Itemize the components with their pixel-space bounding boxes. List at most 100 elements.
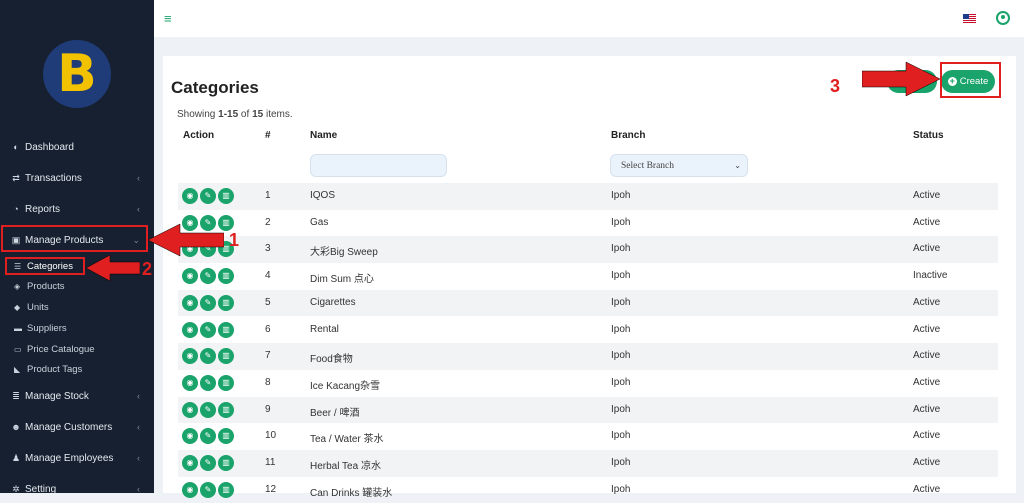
branch-filter-select[interactable]: Select Branch ⌄ — [610, 154, 748, 177]
red-arrow-1 — [148, 223, 224, 257]
cell-name: 大彩Big Sweep — [310, 247, 378, 259]
scrollbar[interactable] — [1016, 37, 1024, 493]
app-logo: B — [43, 40, 111, 108]
sidebar-subitem-products[interactable]: ◈ Products — [14, 278, 65, 294]
edit-icon[interactable]: ✎ — [200, 481, 216, 498]
edit-icon[interactable]: ✎ — [200, 428, 216, 445]
header-number[interactable]: # — [265, 130, 271, 141]
view-icon[interactable]: ◉ — [182, 294, 198, 311]
user-account-icon[interactable] — [996, 11, 1010, 25]
view-icon[interactable]: ◉ — [182, 401, 198, 418]
gears-icon: ✲ — [12, 484, 20, 493]
table-row: ◉ ✎ ▥ 4 Dim Sum 点心 Ipoh Inactive — [178, 263, 998, 290]
row-actions: ◉ ✎ ▥ — [182, 455, 234, 471]
sidebar-item-setting[interactable]: ✲ Setting ‹ — [0, 479, 154, 494]
cell-name: Herbal Tea 凉水 — [310, 461, 381, 472]
table-row: ◉ ✎ ▥ 1 IQOS Ipoh Active — [178, 183, 998, 210]
sidebar-subitem-label: Products — [27, 280, 65, 292]
cell-name: Cigarettes — [310, 296, 356, 308]
delete-icon[interactable]: ▥ — [218, 481, 234, 498]
highlight-manage-products — [1, 225, 148, 252]
view-icon[interactable]: ◉ — [182, 481, 198, 498]
row-actions: ◉ ✎ ▥ — [182, 321, 234, 338]
edit-icon[interactable]: ✎ — [200, 321, 216, 338]
cell-name: IQOS — [310, 190, 336, 201]
cell-branch: Ipoh — [611, 243, 631, 255]
delete-icon[interactable]: ▥ — [218, 321, 234, 338]
header-name[interactable]: Name — [310, 130, 337, 141]
view-icon[interactable]: ◉ — [182, 455, 198, 471]
delete-icon[interactable]: ▥ — [218, 428, 234, 445]
annotation-label-3: 3 — [830, 76, 841, 96]
cell-branch: Ipoh — [611, 457, 631, 468]
cell-num: 6 — [265, 323, 271, 335]
table-row: ◉ ✎ ▥ 9 Beer / 啤酒 Ipoh Active — [178, 396, 998, 424]
edit-icon[interactable]: ✎ — [200, 268, 216, 285]
edit-icon[interactable]: ✎ — [200, 188, 216, 204]
sidebar-item-manage-customers[interactable]: ☻ Manage Customers ‹ — [0, 417, 154, 437]
annotation-label-2: 2 — [142, 259, 153, 279]
sidebar-item-manage-stock[interactable]: ≣ Manage Stock ‹ — [0, 386, 154, 406]
cell-branch: Ipoh — [611, 403, 631, 415]
edit-icon[interactable]: ✎ — [200, 401, 216, 418]
view-icon[interactable]: ◉ — [182, 321, 198, 338]
us-flag-icon[interactable] — [963, 14, 976, 23]
header-branch[interactable]: Branch — [611, 130, 645, 141]
edit-icon[interactable]: ✎ — [200, 374, 216, 391]
view-icon[interactable]: ◉ — [182, 428, 198, 445]
sidebar-subitem-price-catalogue[interactable]: ▭ Price Catalogue — [14, 341, 95, 357]
cell-num: 9 — [265, 403, 271, 415]
delete-icon[interactable]: ▥ — [218, 268, 234, 285]
tag-icon: ◣ — [14, 364, 21, 374]
sidebar-subitem-suppliers[interactable]: ▬ Suppliers — [14, 320, 67, 336]
header-status[interactable]: Status — [913, 130, 944, 141]
row-actions: ◉ ✎ ▥ — [182, 268, 234, 285]
chevron-left-icon: ‹ — [137, 204, 140, 214]
sidebar-item-manage-employees[interactable]: ♟ Manage Employees ‹ — [0, 448, 154, 468]
cell-status: Active — [913, 216, 941, 228]
sidebar-item-dashboard[interactable]: ◐ Dashboard — [0, 137, 154, 157]
cell-name: Rental — [310, 323, 339, 335]
name-filter-input[interactable] — [310, 154, 447, 177]
cell-name: Beer / 啤酒 — [310, 407, 360, 419]
cell-num: 1 — [265, 190, 271, 201]
sidebar-subitem-product-tags[interactable]: ◣ Product Tags — [14, 361, 82, 377]
row-actions: ◉ ✎ ▥ — [182, 188, 234, 204]
table-row: ◉ ✎ ▥ 12 Can Drinks 罐装水 Ipoh Active — [178, 477, 998, 503]
edit-icon[interactable]: ✎ — [200, 455, 216, 471]
row-actions: ◉ ✎ ▥ — [182, 481, 234, 498]
cell-num: 4 — [265, 270, 271, 282]
view-icon[interactable]: ◉ — [182, 348, 198, 365]
sidebar-item-label: Reports — [25, 203, 61, 215]
edit-icon[interactable]: ✎ — [200, 294, 216, 311]
summary-text: Showing 1-15 of 15 items. — [177, 109, 293, 120]
delete-icon[interactable]: ▥ — [218, 348, 234, 365]
hamburger-menu-icon[interactable]: ≡ — [164, 11, 172, 26]
delete-icon[interactable]: ▥ — [218, 455, 234, 471]
delete-icon[interactable]: ▥ — [218, 294, 234, 311]
sidebar-subitem-units[interactable]: ◆ Units — [14, 299, 49, 315]
cell-num: 5 — [265, 296, 271, 308]
sidebar-item-label: Setting — [25, 483, 57, 494]
view-icon[interactable]: ◉ — [182, 374, 198, 391]
sidebar-subitem-label: Suppliers — [27, 322, 67, 334]
cell-branch: Ipoh — [611, 430, 631, 442]
cell-num: 11 — [265, 457, 276, 468]
cell-status: Active — [913, 403, 941, 415]
view-icon[interactable]: ◉ — [182, 268, 198, 285]
cell-branch: Ipoh — [611, 483, 631, 495]
delete-icon[interactable]: ▥ — [218, 374, 234, 391]
cell-name: Can Drinks 罐装水 — [310, 487, 393, 499]
sidebar-item-transactions[interactable]: ⇄ Transactions ‹ — [0, 168, 154, 188]
sidebar-item-label: Manage Stock — [25, 390, 89, 402]
header-action: Action — [183, 130, 215, 141]
delete-icon[interactable]: ▥ — [218, 401, 234, 418]
sidebar-item-reports[interactable]: ◔ Reports ‹ — [0, 199, 154, 219]
chevron-left-icon: ‹ — [137, 422, 140, 432]
edit-icon[interactable]: ✎ — [200, 348, 216, 365]
highlight-categories — [5, 257, 85, 275]
view-icon[interactable]: ◉ — [182, 188, 198, 204]
delete-icon[interactable]: ▥ — [218, 188, 234, 204]
table-row: ◉ ✎ ▥ 7 Food食物 Ipoh Active — [178, 343, 998, 370]
cell-name: Dim Sum 点心 — [310, 274, 374, 286]
